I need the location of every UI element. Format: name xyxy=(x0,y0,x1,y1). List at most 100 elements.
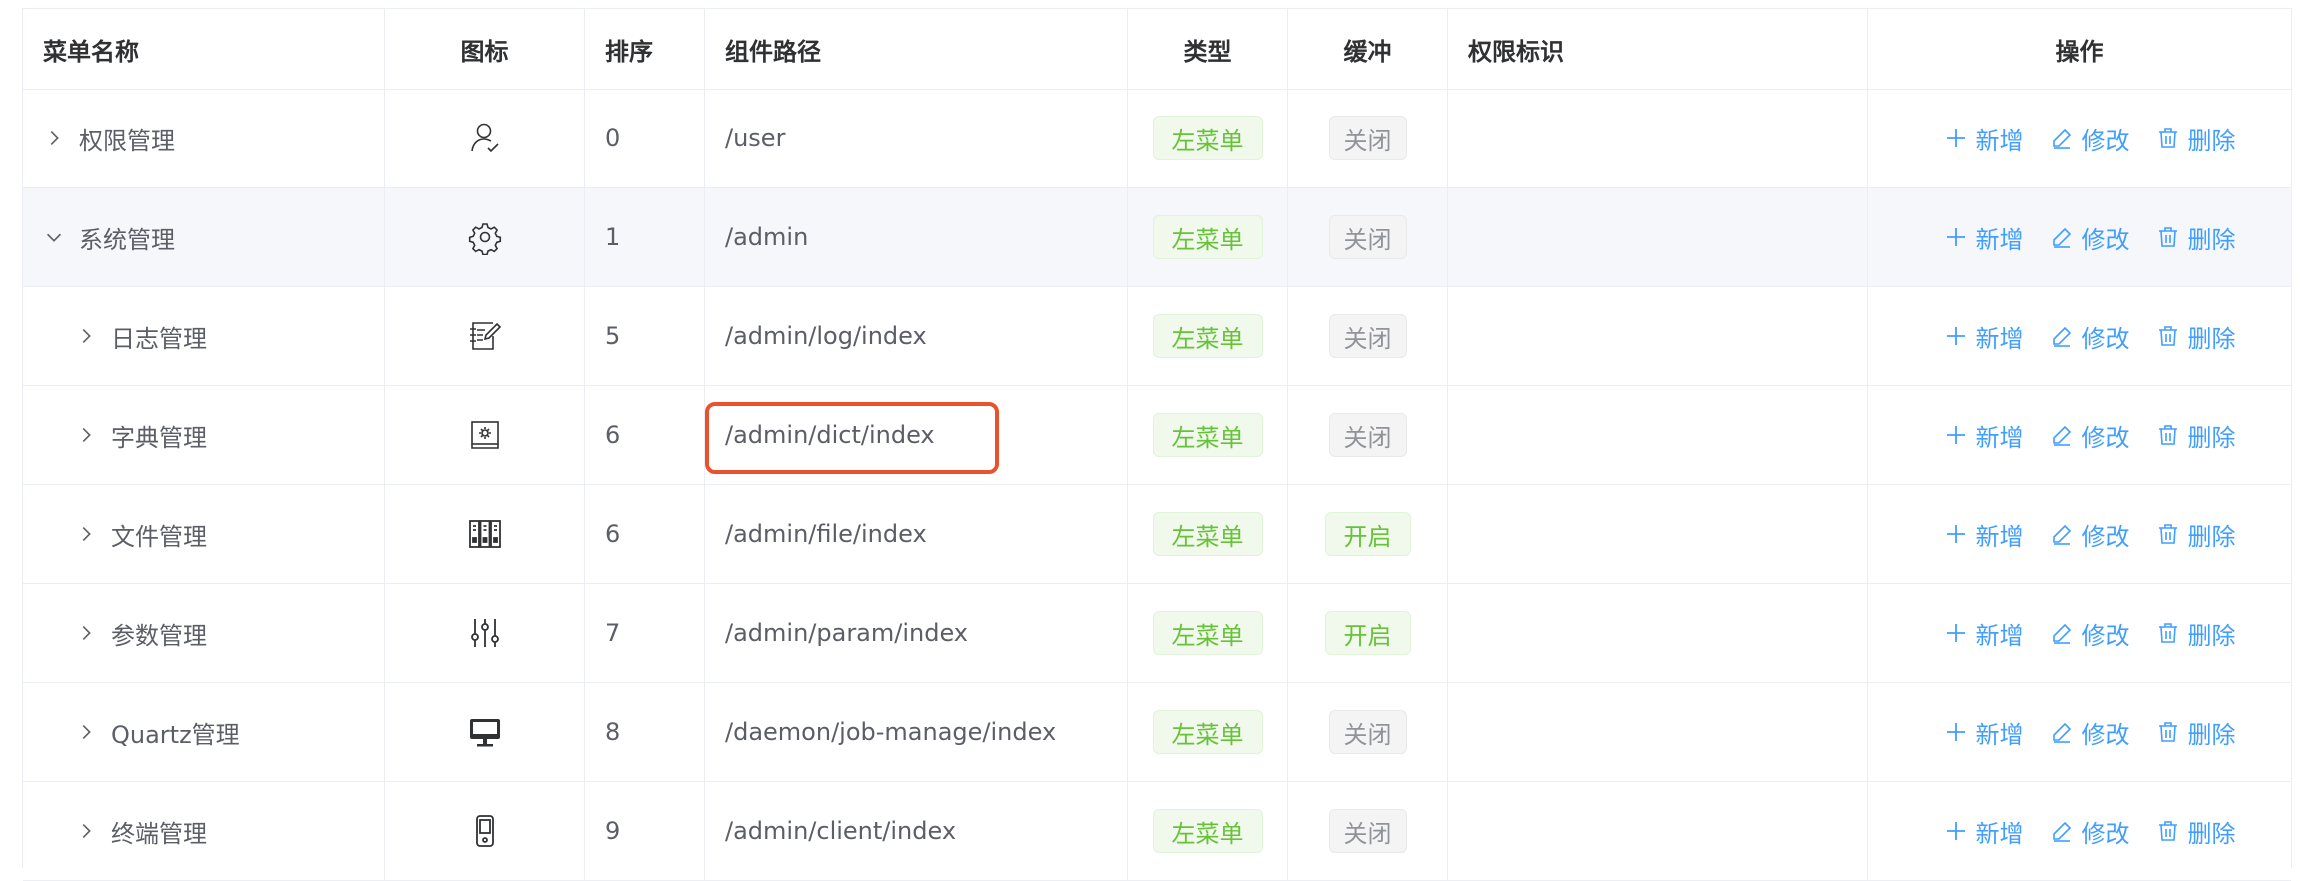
add-button[interactable]: 新增 xyxy=(1944,616,2024,651)
cache-tag: 关闭 xyxy=(1328,215,1407,259)
file-cabinet-icon xyxy=(385,485,585,583)
name-cell: Quartz管理 xyxy=(23,683,385,781)
chevron-right-icon[interactable] xyxy=(75,325,97,347)
pencil-icon xyxy=(2052,524,2071,545)
plus-icon xyxy=(1946,426,1965,444)
delete-button[interactable]: 删除 xyxy=(2156,814,2236,849)
add-button[interactable]: 新增 xyxy=(1944,814,2024,849)
name-cell: 系统管理 xyxy=(23,188,385,286)
ops-cell: 新增 修改 删除 xyxy=(1868,584,2291,682)
cache-cell: 开启 xyxy=(1288,485,1448,583)
add-label: 新增 xyxy=(1975,126,2024,155)
add-button[interactable]: 新增 xyxy=(1944,418,2024,453)
sort-cell: 5 xyxy=(585,287,705,385)
perm-cell xyxy=(1448,89,1868,187)
trash-icon xyxy=(2158,128,2177,148)
edit-label: 修改 xyxy=(2081,819,2130,848)
table-row: 终端管理 9 /admin/client/index 左菜单 关闭 新增 修改 … xyxy=(23,782,2291,881)
cache-cell: 关闭 xyxy=(1288,386,1448,484)
type-tag: 左菜单 xyxy=(1152,512,1263,556)
chevron-right-icon[interactable] xyxy=(75,523,97,545)
table-header: 菜单名称 图标 排序 组件路径 类型 缓冲 权限标识 操作 xyxy=(23,8,2291,90)
edit-label: 修改 xyxy=(2081,522,2130,551)
pencil-icon xyxy=(2052,128,2071,149)
type-cell: 左菜单 xyxy=(1128,485,1288,583)
table-row: 文件管理 6 /admin/file/index 左菜单 开启 新增 修改 删除 xyxy=(23,485,2291,584)
delete-button[interactable]: 删除 xyxy=(2156,715,2236,750)
ops-cell: 新增 修改 删除 xyxy=(1868,683,2291,781)
name-cell: 文件管理 xyxy=(23,485,385,583)
sort-cell: 1 xyxy=(585,188,705,286)
edit-button[interactable]: 修改 xyxy=(2050,319,2130,354)
type-tag: 左菜单 xyxy=(1152,710,1263,754)
add-button[interactable]: 新增 xyxy=(1944,517,2024,552)
type-cell: 左菜单 xyxy=(1128,89,1288,187)
plus-icon xyxy=(1946,822,1965,840)
add-button[interactable]: 新增 xyxy=(1944,715,2024,750)
add-label: 新增 xyxy=(1975,423,2024,452)
ops-cell: 新增 修改 删除 xyxy=(1868,386,2291,484)
edit-label: 修改 xyxy=(2081,423,2130,452)
plus-icon xyxy=(1946,525,1965,543)
ops-cell: 新增 修改 删除 xyxy=(1868,287,2291,385)
edit-button[interactable]: 修改 xyxy=(2050,418,2130,453)
chevron-right-icon[interactable] xyxy=(75,721,97,743)
trash-icon xyxy=(2158,722,2177,742)
type-tag: 左菜单 xyxy=(1152,116,1263,160)
ops-cell: 新增 修改 删除 xyxy=(1868,89,2291,187)
chevron-right-icon[interactable] xyxy=(75,820,97,842)
cache-tag: 关闭 xyxy=(1328,710,1407,754)
user-check-icon xyxy=(385,89,585,187)
edit-button[interactable]: 修改 xyxy=(2050,616,2130,651)
edit-button[interactable]: 修改 xyxy=(2050,220,2130,255)
chevron-right-icon[interactable] xyxy=(43,127,65,149)
perm-cell xyxy=(1448,287,1868,385)
delete-button[interactable]: 删除 xyxy=(2156,517,2236,552)
cache-tag: 关闭 xyxy=(1328,809,1407,853)
chevron-right-icon[interactable] xyxy=(75,424,97,446)
chevron-down-icon[interactable] xyxy=(43,226,65,248)
type-tag: 左菜单 xyxy=(1152,809,1263,853)
menu-name: 终端管理 xyxy=(111,819,207,848)
type-cell: 左菜单 xyxy=(1128,782,1288,880)
add-label: 新增 xyxy=(1975,819,2024,848)
type-tag: 左菜单 xyxy=(1152,611,1263,655)
edit-button[interactable]: 修改 xyxy=(2050,814,2130,849)
menu-name: 参数管理 xyxy=(111,621,207,650)
name-cell: 终端管理 xyxy=(23,782,385,880)
edit-label: 修改 xyxy=(2081,621,2130,650)
add-label: 新增 xyxy=(1975,522,2024,551)
edit-button[interactable]: 修改 xyxy=(2050,517,2130,552)
cache-cell: 开启 xyxy=(1288,584,1448,682)
delete-button[interactable]: 删除 xyxy=(2156,616,2236,651)
delete-button[interactable]: 删除 xyxy=(2156,319,2236,354)
path-cell: /admin/log/index xyxy=(705,287,1128,385)
add-button[interactable]: 新增 xyxy=(1944,220,2024,255)
edit-button[interactable]: 修改 xyxy=(2050,121,2130,156)
trash-icon xyxy=(2158,623,2177,643)
delete-button[interactable]: 删除 xyxy=(2156,121,2236,156)
path-cell: /admin/file/index xyxy=(705,485,1128,583)
menu-name: 系统管理 xyxy=(79,225,175,254)
highlight-annotation xyxy=(705,402,999,474)
add-button[interactable]: 新增 xyxy=(1944,319,2024,354)
perm-cell xyxy=(1448,485,1868,583)
plus-icon xyxy=(1946,723,1965,741)
delete-button[interactable]: 删除 xyxy=(2156,418,2236,453)
sliders-icon xyxy=(385,584,585,682)
trash-icon xyxy=(2158,524,2177,544)
path-cell: /daemon/job-manage/index xyxy=(705,683,1128,781)
header-ops: 操作 xyxy=(2055,37,2104,66)
menu-name: 字典管理 xyxy=(111,423,207,452)
delete-button[interactable]: 删除 xyxy=(2156,220,2236,255)
edit-document-icon xyxy=(385,287,585,385)
cache-cell: 关闭 xyxy=(1288,89,1448,187)
edit-button[interactable]: 修改 xyxy=(2050,715,2130,750)
add-button[interactable]: 新增 xyxy=(1944,121,2024,156)
cache-tag: 关闭 xyxy=(1328,116,1407,160)
type-cell: 左菜单 xyxy=(1128,188,1288,286)
header-name: 菜单名称 xyxy=(23,9,385,89)
menu-name: 文件管理 xyxy=(111,522,207,551)
perm-cell xyxy=(1448,386,1868,484)
chevron-right-icon[interactable] xyxy=(75,622,97,644)
